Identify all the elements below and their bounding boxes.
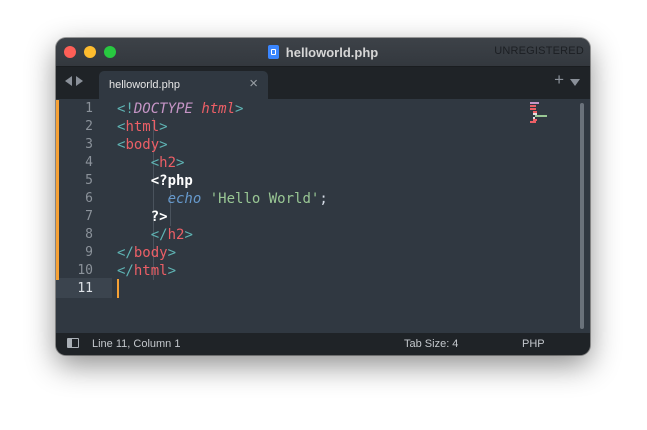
code-line: <h2> <box>150 155 185 171</box>
tab-bar: helloworld.php × + <box>56 66 590 99</box>
minimap[interactable] <box>530 102 566 123</box>
line-number: 3 <box>85 137 93 152</box>
code-line: ?> <box>150 209 168 225</box>
line-numbers: 1 2 3 4 5 6 7 8 9 10 11 <box>56 99 93 298</box>
line-number: 1 <box>85 101 93 116</box>
line-number: 7 <box>85 209 93 224</box>
tab-helloworld[interactable]: helloworld.php × <box>99 71 268 99</box>
chevron-right-icon[interactable] <box>76 76 83 86</box>
code-line: <!DOCTYPE html> <box>117 101 244 117</box>
cursor-position[interactable]: Line 11, Column 1 <box>92 338 180 350</box>
code-line: <body> <box>117 137 168 153</box>
license-status: UNREGISTERED <box>494 45 584 57</box>
line-number: 8 <box>85 227 93 242</box>
chevron-down-icon[interactable] <box>570 79 580 86</box>
code-line: <html> <box>117 119 168 135</box>
title-bar: helloworld.php UNREGISTERED <box>56 38 590 66</box>
line-number: 10 <box>77 263 93 278</box>
sidebar-toggle-icon[interactable] <box>67 338 79 348</box>
code-line: </h2> <box>150 227 193 243</box>
line-number-current: 11 <box>77 281 93 296</box>
code-line: </html> <box>117 263 177 279</box>
line-number: 9 <box>85 245 93 260</box>
code-line: </body> <box>117 245 177 261</box>
tab-close-icon[interactable]: × <box>249 76 258 92</box>
code-line: <?php <box>150 173 193 189</box>
text-cursor <box>117 279 119 298</box>
editor-window: helloworld.php UNREGISTERED helloworld.p… <box>56 38 590 355</box>
status-bar: Line 11, Column 1 Tab Size: 4 PHP <box>56 333 590 355</box>
window-title: helloworld.php <box>285 44 379 60</box>
tab-size-selector[interactable]: Tab Size: 4 <box>404 338 458 350</box>
tab-navigation <box>65 76 83 86</box>
line-number: 5 <box>85 173 93 188</box>
php-file-icon <box>267 45 279 59</box>
code-editor[interactable]: 1 2 3 4 5 6 7 8 9 10 11 <!DOCTYPE html> … <box>56 99 590 333</box>
syntax-selector[interactable]: PHP <box>522 338 545 350</box>
line-number: 2 <box>85 119 93 134</box>
line-number: 4 <box>85 155 93 170</box>
new-tab-icon[interactable]: + <box>554 71 564 89</box>
tab-label: helloworld.php <box>109 79 180 91</box>
gutter: 1 2 3 4 5 6 7 8 9 10 11 <box>56 99 112 333</box>
code-line: echo 'Hello World'; <box>167 191 328 207</box>
chevron-left-icon[interactable] <box>65 76 72 86</box>
vertical-scrollbar[interactable] <box>580 103 584 329</box>
line-number: 6 <box>85 191 93 206</box>
code-area[interactable]: <!DOCTYPE html> <html> <body> <h2> <?php… <box>117 99 328 298</box>
